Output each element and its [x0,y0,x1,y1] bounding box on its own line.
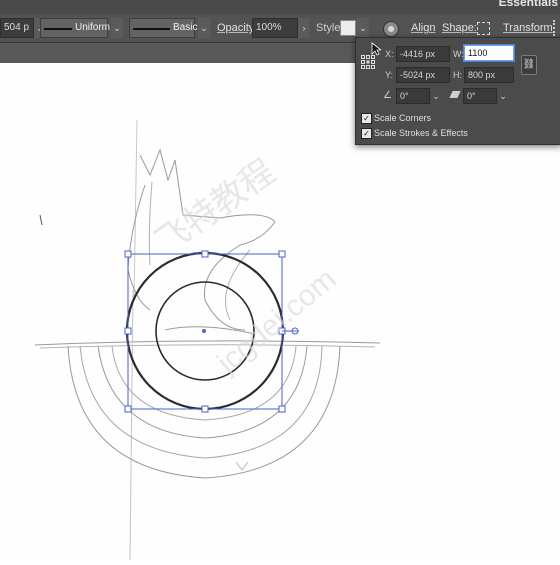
chain-link-icon[interactable]: ⛓ [521,55,537,75]
recolor-artwork-icon[interactable] [383,21,399,37]
w-label: W: [453,49,464,59]
width-field[interactable]: 1100 [464,45,514,61]
rotate-angle-icon: ∠ [383,90,392,101]
mouse-cursor-icon [371,42,381,56]
shape-link[interactable]: Shape: [442,22,477,34]
uniform-line-icon [44,28,72,30]
brush-definition-label: Basic [173,22,198,33]
brush-definition-dropdown[interactable]: Basic [129,18,198,38]
shear-dropdown-icon[interactable]: ⌄ [497,88,509,104]
scale-strokes-checkbox[interactable]: ✓ [361,128,372,139]
x-field[interactable]: -4416 px [396,46,450,62]
brush-chevron-icon[interactable]: ⌄ [198,18,210,38]
align-link[interactable]: Align [411,22,435,34]
y-label: Y: [385,70,394,80]
opacity-field[interactable]: 100% [252,18,298,38]
height-field[interactable]: 800 px [464,67,514,83]
rotate-field[interactable]: 0° [396,88,430,104]
watermark-text-cn: 飞特教程 [149,153,282,262]
title-strip: Essentials [0,0,560,14]
transform-link[interactable]: Transform [503,22,553,34]
h-label: H: [453,70,462,80]
scale-strokes-label: Scale Strokes & Effects [374,128,468,138]
stroke-weight-field[interactable]: 504 p [0,18,34,38]
style-chevron-icon[interactable]: ⌄ [357,18,369,38]
width-profile-label: Uniform [75,22,111,33]
reference-point-grid-icon[interactable] [361,55,375,69]
y-field[interactable]: -5024 px [396,67,450,83]
variable-width-profile-dropdown[interactable]: Uniform [40,18,111,38]
transform-panel: X: -4416 px W: 1100 Y: -5024 px H: 800 p… [355,37,560,145]
shear-icon [449,91,461,98]
graphic-style-swatch[interactable] [340,20,356,36]
shear-field[interactable]: 0° [463,88,497,104]
workspace-switcher[interactable]: Essentials [499,0,558,9]
opacity-dropdown-icon[interactable]: › [298,18,310,38]
scale-corners-checkbox[interactable]: ✓ [361,113,372,124]
basic-brush-line-icon [133,28,170,30]
scale-corners-label: Scale Corners [374,113,432,123]
x-label: X: [385,49,394,59]
shape-bounds-icon[interactable] [477,22,490,35]
width-profile-chevron-icon[interactable]: ⌄ [111,18,123,38]
panel-grip-icon[interactable] [553,20,560,36]
rotate-dropdown-icon[interactable]: ⌄ [430,88,442,104]
